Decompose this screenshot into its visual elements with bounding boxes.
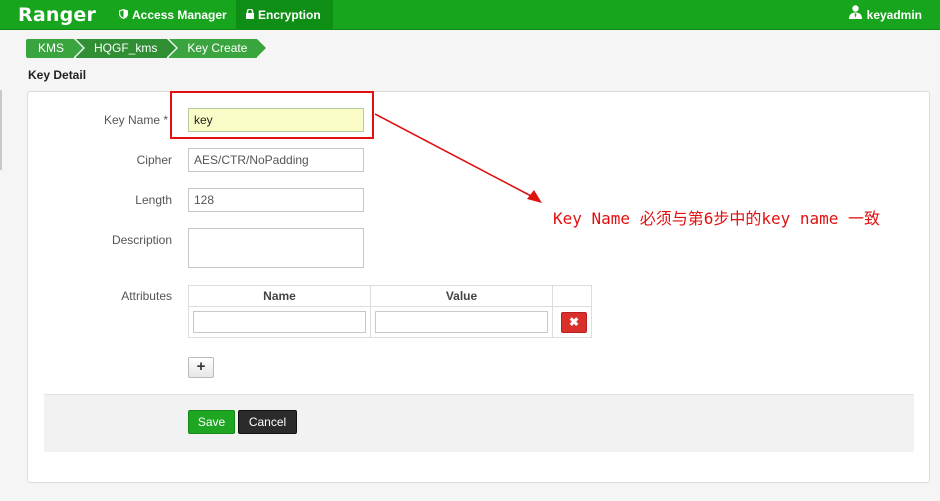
attribute-name-cell (188, 306, 371, 338)
length-label: Length (135, 193, 172, 207)
user-menu[interactable]: keyadmin (848, 0, 922, 30)
nav-access-manager[interactable]: Access Manager (109, 0, 237, 30)
brand-logo[interactable]: Ranger (18, 4, 96, 26)
description-textarea[interactable] (188, 228, 364, 268)
description-label: Description (111, 233, 172, 247)
key-name-label: Key Name * (103, 113, 168, 127)
nav-access-manager-label: Access Manager (132, 8, 227, 22)
attribute-action-cell: ✖ (551, 306, 593, 338)
attribute-name-input[interactable] (193, 311, 366, 333)
cipher-input[interactable] (188, 148, 364, 172)
add-attribute-button[interactable]: + (188, 357, 214, 378)
annotation-highlight-box (170, 91, 374, 139)
cancel-button[interactable]: Cancel (238, 410, 297, 434)
user-name: keyadmin (866, 8, 922, 22)
window-edge (0, 90, 2, 170)
form-action-bar (44, 394, 914, 452)
lock-icon (246, 1, 254, 31)
breadcrumb-kms[interactable]: KMS (26, 39, 86, 58)
breadcrumb-hqgf-kms[interactable]: HQGF_kms (76, 39, 179, 58)
nav-encryption-label: Encryption (258, 8, 321, 22)
attribute-value-cell (370, 306, 553, 338)
attributes-label: Attributes (121, 289, 172, 303)
shield-icon (119, 1, 128, 31)
table-row: ✖ (188, 306, 593, 338)
cipher-label: Cipher (136, 153, 172, 167)
annotation-note: Key Name 必须与第6步中的key name 一致 (553, 209, 881, 228)
attributes-table: Name Value ✖ (188, 285, 593, 338)
length-input[interactable] (188, 188, 364, 212)
column-header-value: Value (370, 285, 553, 307)
attribute-value-input[interactable] (375, 311, 548, 333)
breadcrumb-key-create[interactable]: Key Create (169, 39, 269, 58)
save-button[interactable]: Save (188, 410, 235, 434)
column-header-name: Name (188, 285, 371, 307)
breadcrumb: KMS HQGF_kms Key Create (26, 39, 269, 58)
delete-attribute-button[interactable]: ✖ (560, 311, 587, 333)
column-header-action (551, 285, 593, 307)
user-icon (848, 0, 862, 30)
nav-encryption[interactable]: Encryption (236, 0, 333, 30)
top-navbar: Ranger Access Manager Encryption keyadmi… (0, 0, 940, 30)
page-title: Key Detail (28, 68, 87, 82)
